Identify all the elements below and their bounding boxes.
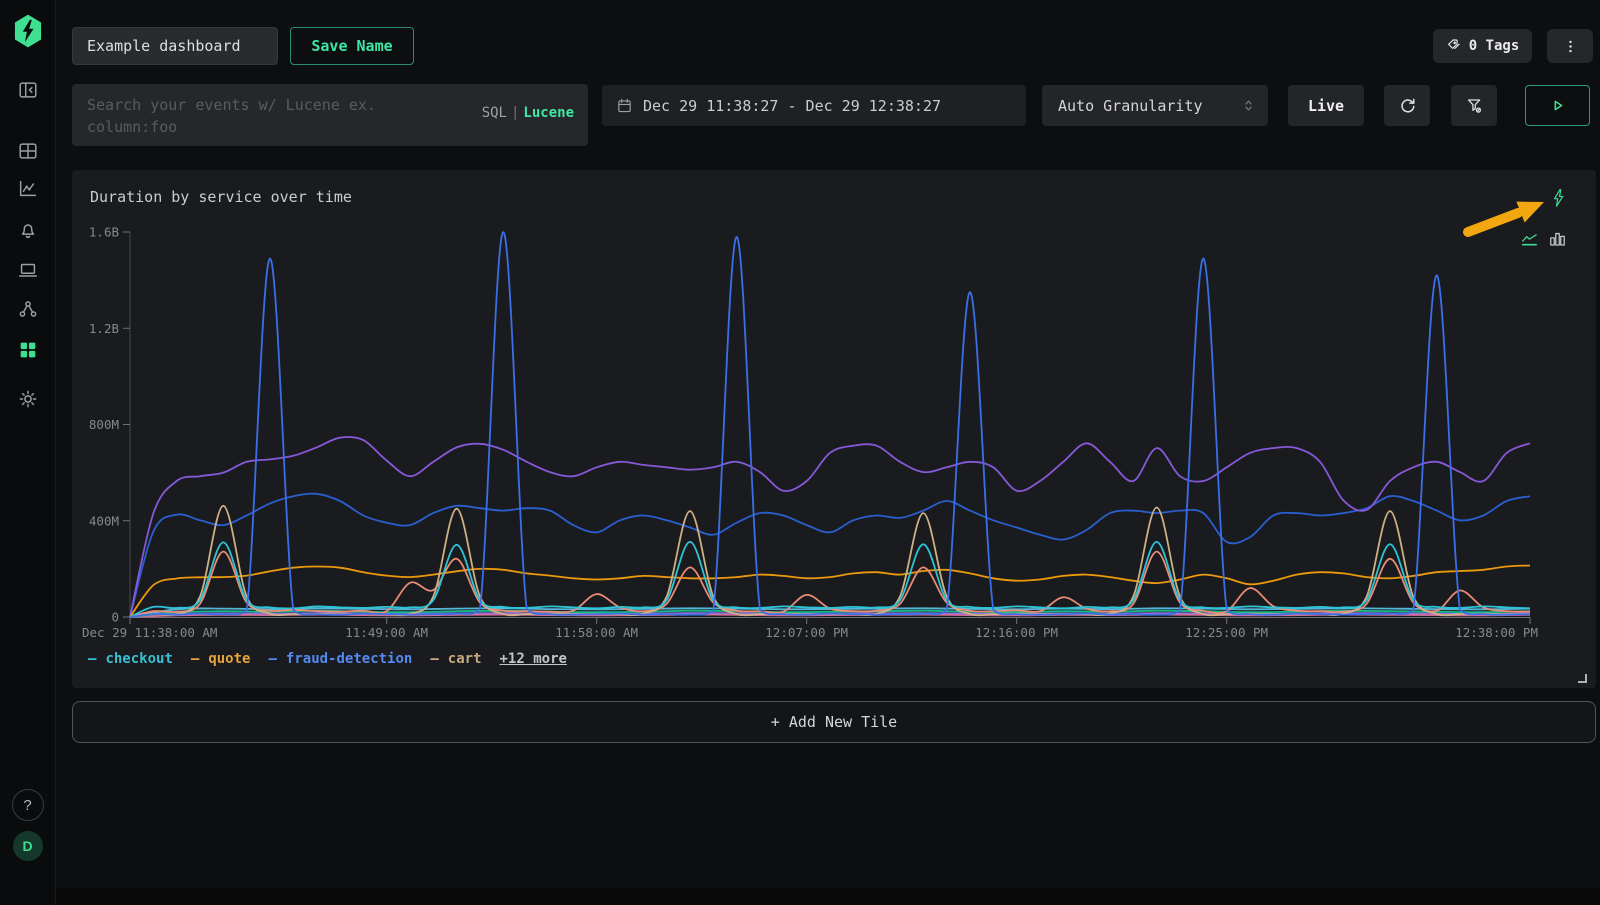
- x-axis-label: 12:07:00 PM: [765, 625, 848, 640]
- time-range-picker[interactable]: Dec 29 11:38:27 - Dec 29 12:38:27: [602, 85, 1026, 126]
- legend-item[interactable]: —checkout: [88, 651, 173, 667]
- refresh-icon: [1398, 96, 1417, 115]
- chart-explorer-icon: [17, 178, 39, 200]
- search-placeholder: Search your events w/ Lucene ex. column:…: [87, 94, 427, 138]
- hyperdx-logo-icon: [12, 14, 44, 48]
- app-root: ? D Example dashboard Save Name 0 Tags S…: [0, 0, 1600, 905]
- tags-button[interactable]: 0 Tags: [1433, 29, 1532, 63]
- alerts-bell-icon: [17, 219, 39, 241]
- sidebar: ? D: [0, 0, 56, 905]
- y-axis-label: 1.6B: [89, 225, 119, 240]
- search-input[interactable]: Search your events w/ Lucene ex. column:…: [72, 84, 588, 146]
- sidebar-item-sessions[interactable]: [17, 259, 39, 281]
- granularity-value: Auto Granularity: [1058, 97, 1203, 115]
- query-language-toggle[interactable]: SQL|Lucene: [482, 105, 574, 121]
- filter-button[interactable]: [1451, 85, 1497, 126]
- x-axis-label: 11:49:00 AM: [345, 625, 428, 640]
- events-table-icon: [17, 140, 39, 162]
- save-name-button[interactable]: Save Name: [290, 27, 414, 65]
- duration-chart[interactable]: 0 400M 800M 1.2B 1.6B Dec 29 11:38:00 AM 11:49…: [72, 170, 1596, 688]
- y-axis-label: 0: [111, 610, 119, 625]
- service-map-icon: [17, 298, 39, 320]
- language-sql-option[interactable]: SQL: [482, 105, 507, 121]
- y-axis-label: 1.2B: [89, 321, 119, 336]
- time-range-value: Dec 29 11:38:27 - Dec 29 12:38:27: [643, 97, 941, 115]
- live-button[interactable]: Live: [1288, 85, 1364, 126]
- add-new-tile-button[interactable]: + Add New Tile: [72, 701, 1596, 743]
- sidebar-item-dashboards[interactable]: [17, 339, 39, 361]
- x-axis-label: 12:38:00 PM: [1455, 625, 1538, 640]
- tile-resize-handle[interactable]: [1578, 674, 1587, 683]
- x-axis-label: 11:58:00 AM: [555, 625, 638, 640]
- y-axis-label: 800M: [89, 417, 119, 432]
- client-sessions-laptop-icon: [17, 259, 39, 281]
- x-axis-label: 12:25:00 PM: [1185, 625, 1268, 640]
- help-button[interactable]: ?: [12, 789, 44, 821]
- legend-item[interactable]: —cart: [430, 651, 481, 667]
- language-separator: |: [507, 105, 523, 121]
- sidebar-item-collapse[interactable]: [17, 79, 39, 101]
- sidebar-item-settings[interactable]: [17, 388, 39, 410]
- legend-item[interactable]: —fraud-detection: [268, 651, 412, 667]
- x-axis-label: Dec 29 11:38:00 AM: [82, 625, 217, 640]
- collapse-sidebar-icon: [17, 79, 39, 101]
- kebab-menu-icon: [1562, 38, 1579, 55]
- help-glyph: ?: [23, 797, 31, 814]
- sidebar-item-service-map[interactable]: [17, 298, 39, 320]
- language-lucene-option[interactable]: Lucene: [523, 105, 574, 121]
- series-line: [130, 494, 1530, 617]
- avatar-letter: D: [22, 838, 32, 854]
- user-avatar[interactable]: D: [13, 831, 43, 861]
- granularity-select[interactable]: Auto Granularity: [1042, 85, 1268, 126]
- bottom-strip: [0, 888, 1600, 905]
- series-line: [130, 437, 1530, 617]
- dashboards-grid-icon: [17, 339, 39, 361]
- legend-item[interactable]: —quote: [191, 651, 251, 667]
- series-line-cart: [130, 506, 1530, 617]
- sidebar-item-chart-explorer[interactable]: [17, 178, 39, 200]
- sidebar-item-search[interactable]: [17, 140, 39, 162]
- dashboard-tile: Duration by service over time 0400M800M1…: [72, 170, 1596, 688]
- hyperdx-logo[interactable]: [12, 14, 44, 48]
- dashboard-name-input[interactable]: Example dashboard: [72, 27, 278, 65]
- tags-icon: [1446, 38, 1462, 54]
- settings-gear-icon: [17, 388, 39, 410]
- refresh-button[interactable]: [1384, 85, 1430, 126]
- chevron-up-down-icon: [1241, 98, 1256, 113]
- dashboard-menu-button[interactable]: [1547, 29, 1593, 63]
- filter-icon: [1465, 96, 1484, 115]
- tags-button-label: 0 Tags: [1469, 38, 1520, 54]
- series-line-fraud-detection: [130, 232, 1530, 617]
- legend-more-link[interactable]: +12 more: [500, 651, 567, 667]
- y-axis-label: 400M: [89, 513, 119, 528]
- series-line-checkout: [130, 542, 1530, 617]
- run-query-button[interactable]: [1525, 85, 1590, 126]
- sidebar-item-alerts[interactable]: [17, 219, 39, 241]
- chart-legend: —checkout —quote —fraud-detection —cart +12 …: [88, 651, 567, 667]
- calendar-icon: [616, 97, 633, 114]
- play-icon: [1548, 96, 1567, 115]
- x-axis-label: 12:16:00 PM: [975, 625, 1058, 640]
